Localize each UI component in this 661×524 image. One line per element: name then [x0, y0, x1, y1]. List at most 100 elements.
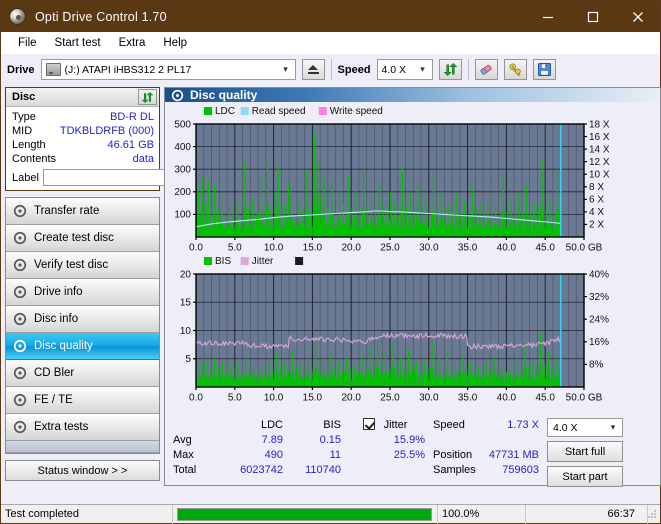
svg-text:32%: 32%	[589, 292, 609, 303]
status-bar: Test completed 100.0% 66:37	[1, 504, 660, 524]
svg-text:18 X: 18 X	[589, 119, 610, 130]
stats-row-max-label: Max	[173, 448, 194, 461]
stats-row-total-jitter	[343, 462, 427, 477]
title-bar: Opti Drive Control 1.70	[1, 1, 660, 32]
svg-text:15.0: 15.0	[303, 393, 323, 404]
disc-info-header: Disc	[6, 88, 159, 107]
svg-text:40.0: 40.0	[497, 393, 517, 404]
sidebar-item-transfer-rate[interactable]: Transfer rate	[6, 198, 159, 225]
disc-row-type: Type BD-R DL	[12, 110, 154, 124]
disc-row-contents-key: Contents	[12, 153, 57, 165]
results-samples-value: 759603	[502, 463, 539, 476]
sidebar-item-disc-info[interactable]: Disc info	[6, 306, 159, 333]
start-part-button[interactable]: Start part	[547, 466, 623, 487]
svg-text:Read speed: Read speed	[252, 106, 306, 117]
resize-grip-icon[interactable]	[648, 508, 660, 521]
disc-row-contents: Contents data	[12, 152, 154, 166]
disc-quality-icon	[171, 89, 184, 101]
svg-text:LDC: LDC	[215, 106, 235, 117]
eject-button[interactable]	[301, 59, 325, 80]
stats-row-total-ldc: 6023742	[240, 463, 283, 476]
sidebar-item-label: Create test disc	[34, 232, 114, 244]
svg-text:200: 200	[174, 187, 191, 198]
disc-info-rows: Type BD-R DL MID TDKBLDRFB (000) Length …	[6, 107, 247, 190]
svg-text:8 X: 8 X	[589, 182, 604, 193]
chevron-down-icon: ▾	[283, 64, 288, 74]
transfer-rate-icon	[13, 204, 27, 218]
svg-text:35.0: 35.0	[458, 243, 478, 254]
tools-button[interactable]	[503, 59, 527, 80]
speed-label: Speed	[337, 63, 371, 76]
status-window-button[interactable]: Status window > >	[5, 460, 160, 481]
svg-text:20: 20	[180, 269, 192, 280]
drive-select-value: (J:) ATAPI iHBS312 2 PL17	[64, 63, 192, 76]
results-row-spacer	[431, 432, 541, 447]
progress-percent: 100.0%	[438, 504, 526, 524]
svg-text:45.0: 45.0	[535, 243, 555, 254]
disc-row-contents-value: data	[132, 153, 154, 165]
sidebar-item-extra-tests[interactable]: Extra tests	[6, 414, 159, 441]
refresh-icon	[141, 91, 154, 103]
jitter-checkbox[interactable]	[362, 418, 375, 430]
svg-text:16%: 16%	[589, 337, 609, 348]
table-row: Total 6023742 110740	[171, 462, 427, 477]
svg-text:10.0: 10.0	[264, 243, 284, 254]
menu-item-start-test[interactable]: Start test	[46, 35, 110, 51]
disc-info-box: Disc Type BD-R DL MID TDKBLDRFB (000) Le…	[5, 87, 247, 191]
sidebar-item-label: Disc quality	[34, 340, 93, 352]
stats-row-avg-label: Avg	[173, 433, 192, 446]
stats-row-avg-jitter: 15.9%	[393, 433, 425, 446]
disc-row-mid-key: MID	[12, 125, 33, 137]
maximize-icon[interactable]	[570, 1, 615, 32]
svg-text:20.0: 20.0	[341, 393, 361, 404]
app-window: Opti Drive Control 1.70 File Start test …	[0, 0, 661, 524]
svg-text:20.0: 20.0	[341, 243, 361, 254]
jitter-checkbox-cell[interactable]: Jitter	[343, 417, 427, 432]
disc-label-key: Label	[12, 171, 39, 184]
toolbar-divider-2	[467, 59, 469, 80]
drive-toolbar: Drive (J:) ATAPI iHBS312 2 PL17 ▾ Speed …	[1, 54, 660, 85]
table-row: Avg 7.89 0.15 15.9%	[171, 432, 427, 447]
app-disc-icon	[9, 8, 26, 25]
minimize-icon[interactable]	[525, 1, 570, 32]
svg-text:4 X: 4 X	[589, 207, 604, 218]
svg-text:30.0: 30.0	[419, 243, 439, 254]
speed-select-value: 4.0 X	[381, 63, 407, 76]
erase-button[interactable]	[474, 59, 498, 80]
svg-text:25.0: 25.0	[380, 243, 400, 254]
disc-refresh-button[interactable]	[138, 89, 157, 105]
disc-row-length-key: Length	[12, 139, 46, 151]
menu-item-extra[interactable]: Extra	[110, 35, 155, 51]
sidebar-item-fe-te[interactable]: FE / TE	[6, 387, 159, 414]
close-icon[interactable]	[615, 1, 660, 32]
disc-row-length: Length 46.61 GB	[12, 138, 154, 152]
svg-text:Write speed: Write speed	[330, 106, 383, 117]
sidebar-item-create-test-disc[interactable]: Create test disc	[6, 225, 159, 252]
window-controls	[525, 1, 660, 32]
sidebar-item-drive-info[interactable]: Drive info	[6, 279, 159, 306]
start-full-button[interactable]: Start full	[547, 441, 623, 462]
results-table: Speed 1.73 X Position 47731 MB Samples 7…	[431, 417, 541, 477]
save-button[interactable]	[532, 59, 556, 80]
drive-select[interactable]: (J:) ATAPI iHBS312 2 PL17 ▾	[40, 59, 296, 80]
toolbar-divider-1	[330, 59, 332, 80]
svg-text:100: 100	[174, 210, 191, 221]
refresh-button[interactable]	[438, 59, 462, 80]
sidebar-item-disc-quality[interactable]: Disc quality	[6, 333, 159, 360]
sidebar-item-cd-bler[interactable]: CD Bler	[6, 360, 159, 387]
svg-text:15.0: 15.0	[303, 243, 323, 254]
eject-icon-bar	[307, 72, 319, 74]
results-position-label: Position	[433, 448, 473, 461]
results-speed-value: 1.73 X	[507, 418, 539, 431]
drive-icon	[45, 63, 61, 76]
menu-item-help[interactable]: Help	[154, 35, 196, 51]
menu-item-file[interactable]: File	[9, 35, 46, 51]
eraser-icon	[480, 64, 492, 75]
jitter-label: Jitter	[383, 419, 408, 431]
sidebar-item-verify-test-disc[interactable]: Verify test disc	[6, 252, 159, 279]
stats-row-max-jitter: 25.5%	[393, 448, 425, 461]
result-speed-select[interactable]: 4.0 X ▾	[547, 418, 623, 437]
speed-select[interactable]: 4.0 X ▾	[376, 59, 433, 80]
chevron-down-icon: ▾	[420, 64, 425, 74]
sidebar-item-label: Drive info	[34, 286, 83, 298]
